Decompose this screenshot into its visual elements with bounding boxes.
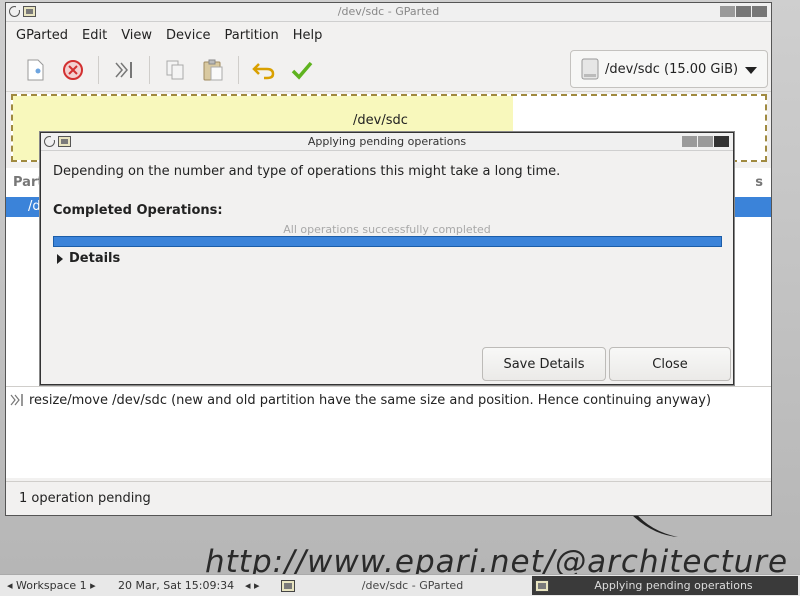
menu-device[interactable]: Device xyxy=(159,28,217,43)
gparted-app-icon xyxy=(535,579,549,592)
resize-move-icon xyxy=(10,394,23,406)
main-window-title: /dev/sdc - GParted xyxy=(337,5,440,18)
undo-icon xyxy=(252,62,275,79)
dropdown-arrow-icon xyxy=(745,67,757,74)
menu-partition[interactable]: Partition xyxy=(218,28,286,43)
close-button[interactable]: Close xyxy=(609,347,731,381)
maximize-button[interactable] xyxy=(736,6,751,17)
close-window-button[interactable] xyxy=(752,6,767,17)
minimize-button[interactable] xyxy=(720,6,735,17)
new-document-icon xyxy=(27,59,44,80)
flags-column-header[interactable]: s xyxy=(755,175,763,190)
delete-partition-button[interactable] xyxy=(56,53,90,87)
progress-text: All operations successfully completed xyxy=(283,223,491,236)
close-window-button[interactable] xyxy=(714,136,729,147)
clock: 20 Mar, Sat 15:09:34 xyxy=(118,579,235,592)
workspace-switcher[interactable]: ◂ Workspace 1 ▸ xyxy=(7,579,96,592)
resize-move-icon xyxy=(115,61,132,78)
progress-bar-fill xyxy=(54,237,721,246)
partition-graph-device: /dev/sdc xyxy=(353,113,408,128)
delete-icon xyxy=(63,59,83,80)
menu-help[interactable]: Help xyxy=(286,28,330,43)
dialog-message: Depending on the number and type of oper… xyxy=(53,164,561,179)
taskbar-item-gparted[interactable]: /dev/sdc - GParted xyxy=(278,576,530,595)
apply-operations-dialog: Applying pending operations Depending on… xyxy=(40,132,734,385)
resize-move-button[interactable] xyxy=(107,53,141,87)
taskbar: ◂ Workspace 1 ▸ 20 Mar, Sat 15:09:34 ◂ ▸… xyxy=(0,574,800,596)
paste-icon xyxy=(203,59,223,80)
checkmark-icon xyxy=(291,61,313,80)
task-scroll-arrows[interactable]: ◂ ▸ xyxy=(245,579,260,592)
dialog-title: Applying pending operations xyxy=(307,135,467,148)
save-details-button[interactable]: Save Details xyxy=(482,347,606,381)
menu-edit[interactable]: Edit xyxy=(75,28,114,43)
copy-icon xyxy=(166,60,184,79)
taskbar-item-label: /dev/sdc - GParted xyxy=(361,579,464,592)
device-selector[interactable]: /dev/sdc (15.00 GiB) xyxy=(570,50,768,88)
menu-gparted[interactable]: GParted xyxy=(9,28,75,43)
statusbar: 1 operation pending xyxy=(6,481,771,515)
completed-operations-label: Completed Operations: xyxy=(53,203,223,218)
partition-row-name: /d xyxy=(28,199,41,214)
pending-operations-list: resize/move /dev/sdc (new and old partit… xyxy=(6,386,771,478)
maximize-button[interactable] xyxy=(698,136,713,147)
minimize-button[interactable] xyxy=(682,136,697,147)
pending-operation-text: resize/move /dev/sdc (new and old partit… xyxy=(29,392,712,408)
taskbar-item-label: Applying pending operations xyxy=(594,579,753,592)
details-expander[interactable]: Details xyxy=(57,251,120,266)
device-selector-label: /dev/sdc (15.00 GiB) xyxy=(605,61,739,77)
gparted-app-icon xyxy=(281,579,295,592)
toolbar-separator xyxy=(149,55,150,84)
menu-view[interactable]: View xyxy=(114,28,159,43)
taskbar-item-apply-dialog[interactable]: Applying pending operations xyxy=(532,576,798,595)
menubar: GParted Edit View Device Partition Help xyxy=(6,22,771,48)
dialog-titlebar: Applying pending operations xyxy=(41,133,733,151)
pending-operation-row[interactable]: resize/move /dev/sdc (new and old partit… xyxy=(9,392,711,408)
details-label: Details xyxy=(69,251,121,266)
progress-bar xyxy=(53,236,722,247)
partition-column-header[interactable]: Part xyxy=(13,175,44,190)
apply-button[interactable] xyxy=(285,53,319,87)
status-text: 1 operation pending xyxy=(19,491,151,506)
new-partition-button[interactable] xyxy=(18,53,52,87)
copy-button[interactable] xyxy=(158,53,192,87)
main-titlebar: /dev/sdc - GParted xyxy=(6,3,771,22)
toolbar-separator xyxy=(238,55,239,84)
disk-icon xyxy=(581,58,599,80)
paste-button[interactable] xyxy=(196,53,230,87)
expander-arrow-icon xyxy=(57,253,63,264)
undo-button[interactable] xyxy=(247,53,281,87)
toolbar-separator xyxy=(98,55,99,84)
toolbar: /dev/sdc (15.00 GiB) xyxy=(6,48,771,92)
